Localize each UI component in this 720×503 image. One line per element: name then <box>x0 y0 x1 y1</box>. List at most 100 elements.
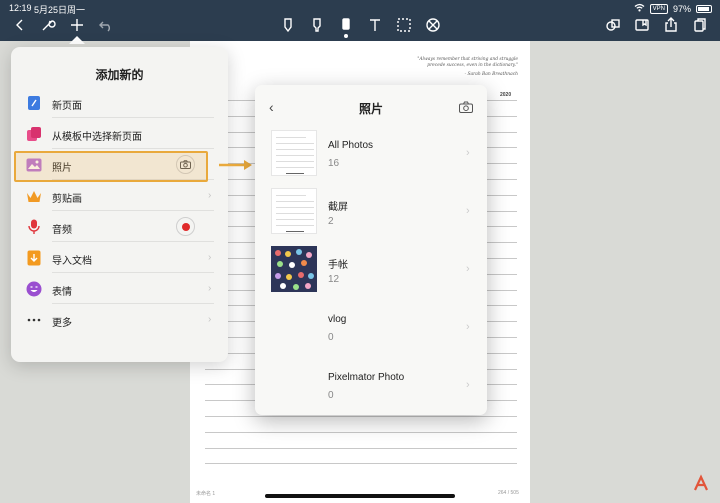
album-name: All Photos <box>328 140 374 151</box>
album-name: 手帐 <box>328 260 348 271</box>
thumbnail-line <box>276 195 306 196</box>
thumbnail-line <box>276 161 314 162</box>
ruled-line <box>205 448 517 449</box>
album-row[interactable]: 手帐 12 › <box>255 246 487 304</box>
chevron-right-icon: › <box>208 314 212 325</box>
menu-item-label: 从模板中选择新页面 <box>52 132 142 143</box>
thumbnail-line <box>276 143 314 144</box>
photos-panel: ‹ 照片 All Photos 16 › 截屏 2 › 手帐 12 › vlog… <box>255 85 487 415</box>
menu-item-audio[interactable]: 音频 <box>11 212 228 242</box>
divider <box>52 303 214 304</box>
album-thumbnail <box>271 130 317 176</box>
crown-icon <box>26 188 42 204</box>
back-icon[interactable] <box>11 16 29 34</box>
status-date: 5月25日周一 <box>34 5 86 15</box>
menu-item-clipart[interactable]: 剪贴画 › <box>11 181 228 211</box>
menu-item-label: 音频 <box>52 225 72 236</box>
vpn-badge: VPN <box>649 4 668 14</box>
page-quote: "Always remember that striving and strug… <box>417 57 518 68</box>
record-button[interactable] <box>176 217 195 236</box>
wifi-icon <box>634 3 645 15</box>
photos-panel-title: 照片 <box>358 102 383 116</box>
home-indicator[interactable] <box>265 494 455 498</box>
wrench-icon[interactable] <box>39 16 57 34</box>
undo-icon[interactable] <box>97 16 115 34</box>
lasso-icon[interactable] <box>395 16 413 34</box>
new-page-icon <box>26 95 42 111</box>
sticker <box>308 273 314 279</box>
menu-item-import[interactable]: 导入文档 › <box>11 243 228 273</box>
divider <box>52 241 214 242</box>
album-count: 16 <box>328 158 340 169</box>
divider <box>52 148 214 149</box>
record-icon <box>181 222 190 231</box>
page-quote-author: - Sarah Ban Breathnach <box>464 72 518 77</box>
add-new-popover: 添加新的 新页面 从模板中选择新页面 照片 剪贴画 › 音频 导入文档 › 表情… <box>11 47 228 362</box>
highlighter-icon[interactable] <box>308 16 326 34</box>
menu-item-label: 剪贴画 <box>52 194 82 205</box>
status-indicators: VPN 97% <box>634 3 712 15</box>
sticker <box>301 260 307 266</box>
eraser-icon[interactable] <box>337 16 355 34</box>
import-document-icon <box>26 250 42 266</box>
chevron-right-icon: › <box>466 379 470 391</box>
bookmark-icon[interactable] <box>633 16 651 34</box>
thumbnail-line <box>286 231 304 232</box>
plus-icon[interactable] <box>68 16 86 34</box>
divider <box>52 272 214 273</box>
menu-item-new-page[interactable]: 新页面 <box>11 88 228 118</box>
album-row[interactable]: 截屏 2 › <box>255 188 487 246</box>
menu-item-label: 新页面 <box>52 101 82 112</box>
thumbnail-line <box>276 149 314 150</box>
sticker <box>285 251 291 257</box>
album-row[interactable]: All Photos 16 › <box>255 130 487 188</box>
chevron-right-icon: › <box>208 283 212 294</box>
arrow-right-icon <box>219 160 252 170</box>
popover-title: 添加新的 <box>95 68 144 82</box>
album-row[interactable]: vlog 0 › <box>255 304 487 362</box>
album-count: 0 <box>328 390 334 401</box>
sticker <box>293 284 299 290</box>
pen-icon[interactable] <box>279 16 297 34</box>
share-icon[interactable] <box>662 16 680 34</box>
menu-item-template[interactable]: 从模板中选择新页面 <box>11 119 228 149</box>
album-row[interactable]: Pixelmator Photo 0 › <box>255 362 487 415</box>
page-footer-right: 264 / 505 <box>498 490 519 496</box>
album-name: vlog <box>328 314 347 325</box>
thumbnail-line <box>276 213 314 214</box>
sticker <box>296 249 302 255</box>
menu-item-emoji[interactable]: 表情 › <box>11 274 228 304</box>
shapes-icon[interactable] <box>604 16 622 34</box>
sticker <box>305 283 311 289</box>
text-icon[interactable] <box>366 16 384 34</box>
thumbnail-line <box>276 219 314 220</box>
thumbnail-line <box>276 225 314 226</box>
pages-icon[interactable] <box>691 16 709 34</box>
status-time: 12:19 <box>9 3 32 13</box>
emoji-icon <box>26 281 42 297</box>
template-icon <box>26 126 42 142</box>
album-count: 0 <box>328 332 334 343</box>
ruled-line <box>205 416 517 417</box>
divider <box>52 210 214 211</box>
album-thumbnail <box>271 246 317 292</box>
thumbnail-line <box>276 137 306 138</box>
album-count: 12 <box>328 274 340 285</box>
chevron-right-icon: › <box>466 205 470 217</box>
chevron-right-icon: › <box>466 321 470 333</box>
page-footer-left: 未命名 1 <box>196 491 216 497</box>
sticker <box>306 252 312 258</box>
page-year: 2020 <box>500 92 512 98</box>
photo-item-highlight <box>14 151 208 182</box>
menu-item-more[interactable]: 更多 › <box>11 305 228 335</box>
camera-icon[interactable] <box>459 101 473 113</box>
battery-percent: 97% <box>672 4 691 14</box>
no-touch-icon[interactable] <box>424 16 442 34</box>
chevron-right-icon: › <box>466 263 470 275</box>
more-icon <box>26 312 42 328</box>
divider <box>52 117 214 118</box>
chevron-right-icon: › <box>208 190 212 201</box>
sticker <box>275 250 281 256</box>
thumbnail-line <box>276 155 314 156</box>
album-name: Pixelmator Photo <box>328 372 405 383</box>
